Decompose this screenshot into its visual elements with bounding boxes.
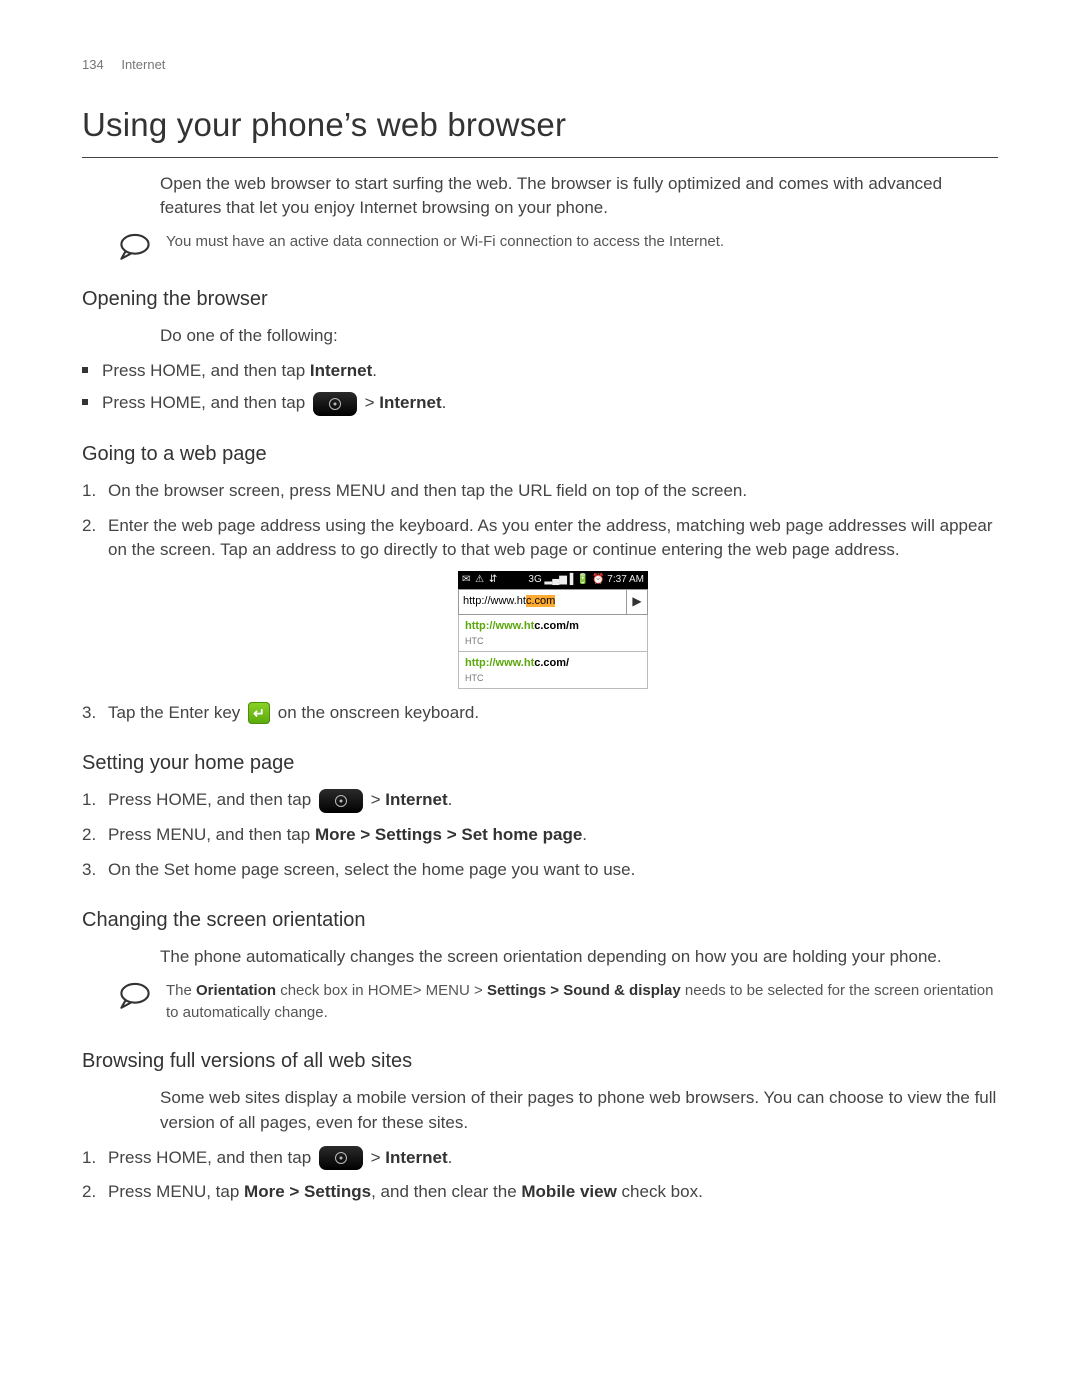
status-bar: ✉ ⚠ ⇵ 3G ▂▄▆ ▌🔋 ⏰ 7:37 AM bbox=[458, 571, 648, 589]
all-apps-icon bbox=[319, 1146, 363, 1170]
url-screenshot: ✉ ⚠ ⇵ 3G ▂▄▆ ▌🔋 ⏰ 7:37 AM http://www.htc… bbox=[458, 571, 648, 689]
url-row: http://www.htc.com ▶ bbox=[458, 589, 648, 615]
note-text: You must have an active data connection … bbox=[166, 231, 998, 253]
list-item: Tap the Enter key on the onscreen keyboa… bbox=[82, 701, 998, 726]
all-apps-icon bbox=[313, 392, 357, 416]
heading-going: Going to a web page bbox=[82, 440, 998, 469]
url-field: http://www.htc.com bbox=[459, 590, 626, 614]
status-left-icons: ✉ ⚠ ⇵ bbox=[462, 573, 498, 588]
fullversion-paragraph: Some web sites display a mobile version … bbox=[160, 1086, 998, 1135]
list-item: Press HOME, and then tap > Internet. bbox=[82, 391, 998, 416]
list-item: On the Set home page screen, select the … bbox=[82, 858, 998, 883]
tip-icon bbox=[118, 980, 152, 1010]
going-list: On the browser screen, press MENU and th… bbox=[82, 479, 998, 726]
list-item: On the browser screen, press MENU and th… bbox=[82, 479, 998, 504]
note-row: You must have an active data connection … bbox=[118, 231, 998, 261]
opening-lead: Do one of the following: bbox=[160, 324, 998, 349]
list-item: Enter the web page address using the key… bbox=[82, 514, 998, 689]
list-item: Press HOME, and then tap Internet. bbox=[82, 359, 998, 384]
enter-key-icon bbox=[248, 702, 270, 724]
title-rule bbox=[82, 157, 998, 158]
intro-paragraph: Open the web browser to start surfing th… bbox=[160, 172, 998, 221]
list-item: Press MENU, tap More > Settings, and the… bbox=[82, 1180, 998, 1205]
list-item: Press HOME, and then tap > Internet. bbox=[82, 1146, 998, 1171]
suggestion-row: http://www.htc.com/m HTC bbox=[458, 615, 648, 652]
section-name: Internet bbox=[121, 57, 165, 72]
opening-list: Press HOME, and then tap Internet. Press… bbox=[82, 359, 998, 416]
go-icon: ▶ bbox=[626, 590, 647, 614]
suggestion-row: http://www.htc.com/ HTC bbox=[458, 652, 648, 689]
page-title: Using your phone’s web browser bbox=[82, 101, 998, 149]
fullversion-list: Press HOME, and then tap > Internet. Pre… bbox=[82, 1146, 998, 1205]
status-right: 3G ▂▄▆ ▌🔋 ⏰ 7:37 AM bbox=[528, 573, 644, 588]
orientation-paragraph: The phone automatically changes the scre… bbox=[160, 945, 998, 970]
page-number: 134 bbox=[82, 57, 104, 72]
page-header: 134 Internet bbox=[82, 56, 998, 75]
tip-icon bbox=[118, 231, 152, 261]
heading-homepage: Setting your home page bbox=[82, 749, 998, 778]
heading-opening: Opening the browser bbox=[82, 285, 998, 314]
note-text: The Orientation check box in HOME> MENU … bbox=[166, 980, 998, 1024]
list-item: Press MENU, and then tap More > Settings… bbox=[82, 823, 998, 848]
page: 134 Internet Using your phone’s web brow… bbox=[0, 0, 1080, 1397]
heading-orientation: Changing the screen orientation bbox=[82, 906, 998, 935]
all-apps-icon bbox=[319, 789, 363, 813]
heading-fullversion: Browsing full versions of all web sites bbox=[82, 1047, 998, 1076]
homepage-list: Press HOME, and then tap > Internet. Pre… bbox=[82, 788, 998, 882]
list-item: Press HOME, and then tap > Internet. bbox=[82, 788, 998, 813]
note-row: The Orientation check box in HOME> MENU … bbox=[118, 980, 998, 1024]
